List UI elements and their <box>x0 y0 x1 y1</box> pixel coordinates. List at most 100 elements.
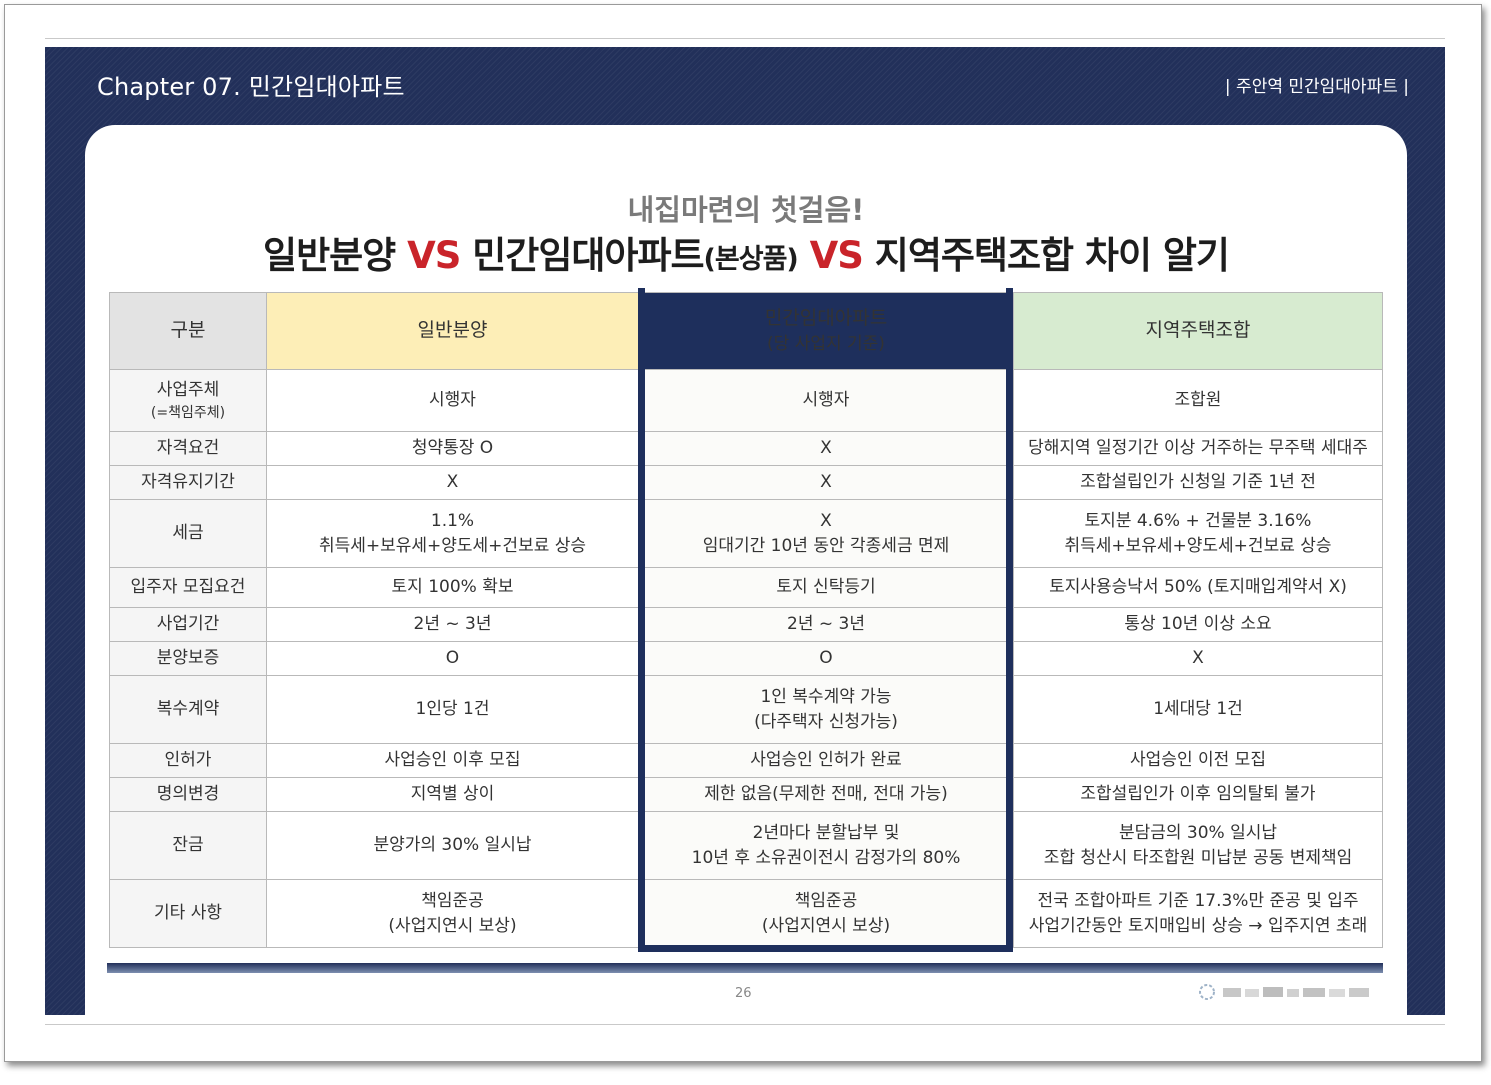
table-row: 자격유지기간 X X 조합설립인가 신청일 기준 1년 전 <box>109 465 1383 500</box>
cell-private: O <box>638 641 1014 676</box>
cell-general: 사업승인 이후 모집 <box>266 743 639 778</box>
cell-regional: 통상 10년 이상 소요 <box>1013 607 1383 642</box>
header-general-sale: 일반분양 <box>266 292 639 370</box>
vs-label: VS <box>797 234 864 277</box>
row-label: 자격요건 <box>109 431 267 466</box>
table-header-row: 구분 일반분양 민간임대아파트 (당 사업지 기준) 지역주택조합 <box>109 292 1383 370</box>
cell-line: 토지분 4.6% + 건물분 3.16% <box>1084 510 1312 531</box>
table-row: 세금 1.1% 취득세+보유세+양도세+건보료 상승 X 임대기간 10년 동안 각… <box>109 499 1383 568</box>
table-row: 인허가 사업승인 이후 모집 사업승인 인허가 완료 사업승인 이전 모집 <box>109 743 1383 778</box>
cell-private: 책임준공 (사업지연시 보상) <box>638 879 1014 948</box>
cell-line: 임대기간 10년 동안 각종세금 면제 <box>702 535 950 556</box>
cell-line: 책임준공 <box>421 890 484 911</box>
cell-private: X 임대기간 10년 동안 각종세금 면제 <box>638 499 1014 568</box>
cell-line: (사업지연시 보상) <box>761 915 891 936</box>
vs-label: VS <box>407 234 461 277</box>
heading-part-regional: 지역주택조합 차이 알기 <box>862 234 1230 277</box>
cell-regional: 사업승인 이전 모집 <box>1013 743 1383 778</box>
cell-general: 1인당 1건 <box>266 675 639 744</box>
table-row: 사업기간 2년 ~ 3년 2년 ~ 3년 통상 10년 이상 소요 <box>109 607 1383 642</box>
cell-general: X <box>266 465 639 500</box>
cell-general: 토지 100% 확보 <box>266 567 639 608</box>
cell-regional: 1세대당 1건 <box>1013 675 1383 744</box>
cell-line: 취득세+보유세+양도세+건보료 상승 <box>318 535 587 556</box>
table-row: 분양보증 O O X <box>109 641 1383 676</box>
cell-line: 2년마다 분할납부 및 <box>752 822 900 843</box>
cell-line: 분담금의 30% 일시납 <box>1118 822 1278 843</box>
cell-line: X <box>820 510 832 531</box>
cell-regional: 전국 조합아파트 기준 17.3%만 준공 및 입주사업기간동안 토지매입비 상… <box>1013 879 1383 948</box>
table-row: 사업주체 (=책임주체) 시행자 시행자 조합원 <box>109 369 1383 432</box>
table-row: 잔금 분양가의 30% 일시납 2년마다 분할납부 및 10년 후 소유권이전시 … <box>109 811 1383 880</box>
cell-general: 책임준공 (사업지연시 보상) <box>266 879 639 948</box>
cell-general: 시행자 <box>266 369 639 432</box>
cell-general: 지역별 상이 <box>266 777 639 812</box>
row-label: 사업주체 (=책임주체) <box>109 369 267 432</box>
table-row: 복수계약 1인당 1건 1인 복수계약 가능 (다주택자 신청가능) 1세대당 1… <box>109 675 1383 744</box>
row-label-text: 사업주체 <box>156 380 220 401</box>
cell-regional: 토지분 4.6% + 건물분 3.16% 취득세+보유세+양도세+건보료 상승 <box>1013 499 1383 568</box>
cell-private: 제한 없음(무제한 전매, 전대 가능) <box>638 777 1014 812</box>
cell-regional: 조합원 <box>1013 369 1383 432</box>
chapter-title: Chapter 07. 민간임대아파트 <box>97 73 405 101</box>
row-label: 기타 사항 <box>109 879 267 948</box>
cell-general: 1.1% 취득세+보유세+양도세+건보료 상승 <box>266 499 639 568</box>
cell-regional: 조합설립인가 신청일 기준 1년 전 <box>1013 465 1383 500</box>
row-label: 복수계약 <box>109 675 267 744</box>
cell-line: 전국 조합아파트 기준 17.3%만 준공 및 입주 <box>1037 890 1359 911</box>
cell-private: 시행자 <box>638 369 1014 432</box>
project-title: | 주안역 민간임대아파트 | <box>1224 77 1409 97</box>
cell-regional: 토지사용승낙서 50% (토지매입계약서 X) <box>1013 567 1383 608</box>
row-label: 분양보증 <box>109 641 267 676</box>
main-heading: 일반분양 VS 민간임대아파트(본상품) VS 지역주택조합 차이 알기 <box>85 225 1407 279</box>
cell-line: 1.1% <box>430 510 475 531</box>
row-label: 사업기간 <box>109 607 267 642</box>
subheading: 내집마련의 첫걸음! <box>627 193 865 227</box>
heading-part-private: 민간임대아파트 <box>460 234 704 277</box>
top-rule <box>45 38 1445 39</box>
cell-general: 청약통장 O <box>266 431 639 466</box>
cell-regional: 조합설립인가 이후 임의탈퇴 불가 <box>1013 777 1383 812</box>
header-private-title: 민간임대아파트 <box>764 306 888 329</box>
header-regional-union: 지역주택조합 <box>1013 292 1383 370</box>
cell-general: O <box>266 641 639 676</box>
comparison-table: 구분 일반분양 민간임대아파트 (당 사업지 기준) 지역주택조합 사업주체 (=책… <box>109 292 1383 948</box>
cell-line: 취득세+보유세+양도세+건보료 상승 <box>1064 535 1332 556</box>
header-private-sub: (당 사업지 기준) <box>767 334 885 355</box>
header-private-rental: 민간임대아파트 (당 사업지 기준) <box>638 292 1014 370</box>
cell-line: 사업기간동안 토지매입비 상승 → 입주지연 초래 <box>1028 915 1368 936</box>
cell-private: X <box>638 431 1014 466</box>
heading-paren: (본상품) <box>703 244 799 275</box>
cell-private: 1인 복수계약 가능 (다주택자 신청가능) <box>638 675 1014 744</box>
row-label: 세금 <box>109 499 267 568</box>
cell-line: 책임준공 <box>794 890 858 911</box>
row-label-sub: (=책임주체) <box>150 404 226 421</box>
row-label: 입주자 모집요건 <box>109 567 267 608</box>
page-number: 26 <box>735 986 752 1001</box>
cell-private: X <box>638 465 1014 500</box>
cell-line: 10년 후 소유권이전시 감정가의 80% <box>691 847 961 868</box>
table-row: 자격요건 청약통장 O X 당해지역 일정기간 이상 거주하는 무주택 세대주 <box>109 431 1383 466</box>
cell-general: 분양가의 30% 일시납 <box>266 811 639 880</box>
cell-line: (사업지연시 보상) <box>388 915 517 936</box>
header-label: 구분 <box>109 292 267 370</box>
cell-private: 2년마다 분할납부 및 10년 후 소유권이전시 감정가의 80% <box>638 811 1014 880</box>
cell-line: (다주택자 신청가능) <box>754 711 898 732</box>
cell-private: 토지 신탁등기 <box>638 567 1014 608</box>
footer-bar <box>107 963 1383 973</box>
heading-part-general: 일반분양 <box>263 234 408 277</box>
row-label: 명의변경 <box>109 777 267 812</box>
row-label: 잔금 <box>109 811 267 880</box>
cell-regional: 당해지역 일정기간 이상 거주하는 무주택 세대주 <box>1013 431 1383 466</box>
cell-private: 사업승인 인허가 완료 <box>638 743 1014 778</box>
cell-regional: 분담금의 30% 일시납조합 청산시 타조합원 미납분 공동 변제책임 <box>1013 811 1383 880</box>
bottom-rule <box>45 1024 1445 1025</box>
table-row: 입주자 모집요건 토지 100% 확보 토지 신탁등기 토지사용승낙서 50% … <box>109 567 1383 608</box>
cell-line: 조합 청산시 타조합원 미납분 공동 변제책임 <box>1043 847 1353 868</box>
cell-general: 2년 ~ 3년 <box>266 607 639 642</box>
blurred-logo-icon <box>1199 984 1369 1000</box>
cell-regional: X <box>1013 641 1383 676</box>
cell-line: 1인 복수계약 가능 <box>760 686 892 707</box>
cell-private: 2년 ~ 3년 <box>638 607 1014 642</box>
table-row: 기타 사항 책임준공 (사업지연시 보상) 책임준공 (사업지연시 보상) 전국 조… <box>109 879 1383 948</box>
